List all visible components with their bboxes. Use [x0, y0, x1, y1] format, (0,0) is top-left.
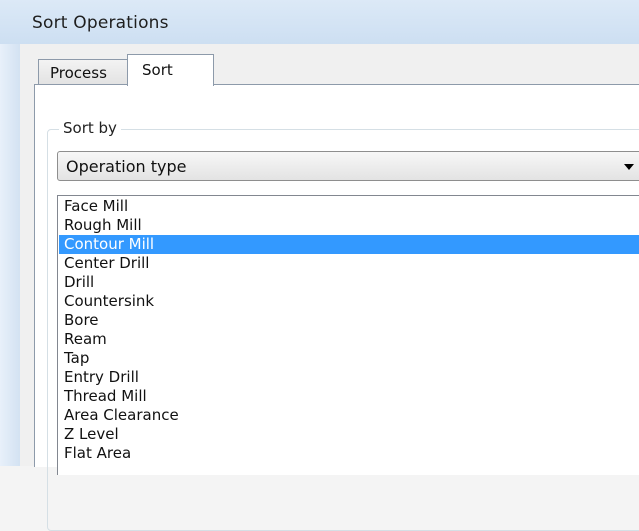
list-item-bore[interactable]: Bore: [59, 311, 639, 330]
sort-by-selected-value: Operation type: [66, 157, 187, 176]
list-item-rough-mill[interactable]: Rough Mill: [59, 216, 639, 235]
title-bar[interactable]: Sort Operations: [0, 0, 639, 45]
list-item-flat-area[interactable]: Flat Area: [59, 444, 639, 463]
list-item-area-clearance[interactable]: Area Clearance: [59, 406, 639, 425]
list-item-face-mill[interactable]: Face Mill: [59, 197, 639, 216]
sort-operations-dialog: Sort Operations Process Sort Sort by Ope…: [0, 0, 639, 531]
operation-type-list[interactable]: Face Mill Rough Mill Contour Mill Center…: [57, 195, 639, 475]
list-item-z-level[interactable]: Z Level: [59, 425, 639, 444]
list-item-drill[interactable]: Drill: [59, 273, 639, 292]
window-frame: [0, 44, 20, 466]
tab-sort[interactable]: Sort: [127, 54, 214, 86]
dialog-client-area: Process Sort Sort by Operation type Face…: [20, 44, 639, 531]
sort-by-label: Sort by: [59, 119, 121, 137]
list-item-entry-drill[interactable]: Entry Drill: [59, 368, 639, 387]
sort-by-dropdown[interactable]: Operation type: [57, 151, 639, 181]
dropdown-arrow-icon[interactable]: [624, 164, 634, 170]
sort-tab-panel: Sort by Operation type Face Mill Rough M…: [34, 84, 639, 531]
dialog-title: Sort Operations: [32, 13, 169, 33]
list-item-thread-mill[interactable]: Thread Mill: [59, 387, 639, 406]
list-item-tap[interactable]: Tap: [59, 349, 639, 368]
list-item-countersink[interactable]: Countersink: [59, 292, 639, 311]
list-item-contour-mill[interactable]: Contour Mill: [59, 235, 639, 254]
tab-process[interactable]: Process: [38, 59, 128, 85]
list-item-ream[interactable]: Ream: [59, 330, 639, 349]
list-item-center-drill[interactable]: Center Drill: [59, 254, 639, 273]
